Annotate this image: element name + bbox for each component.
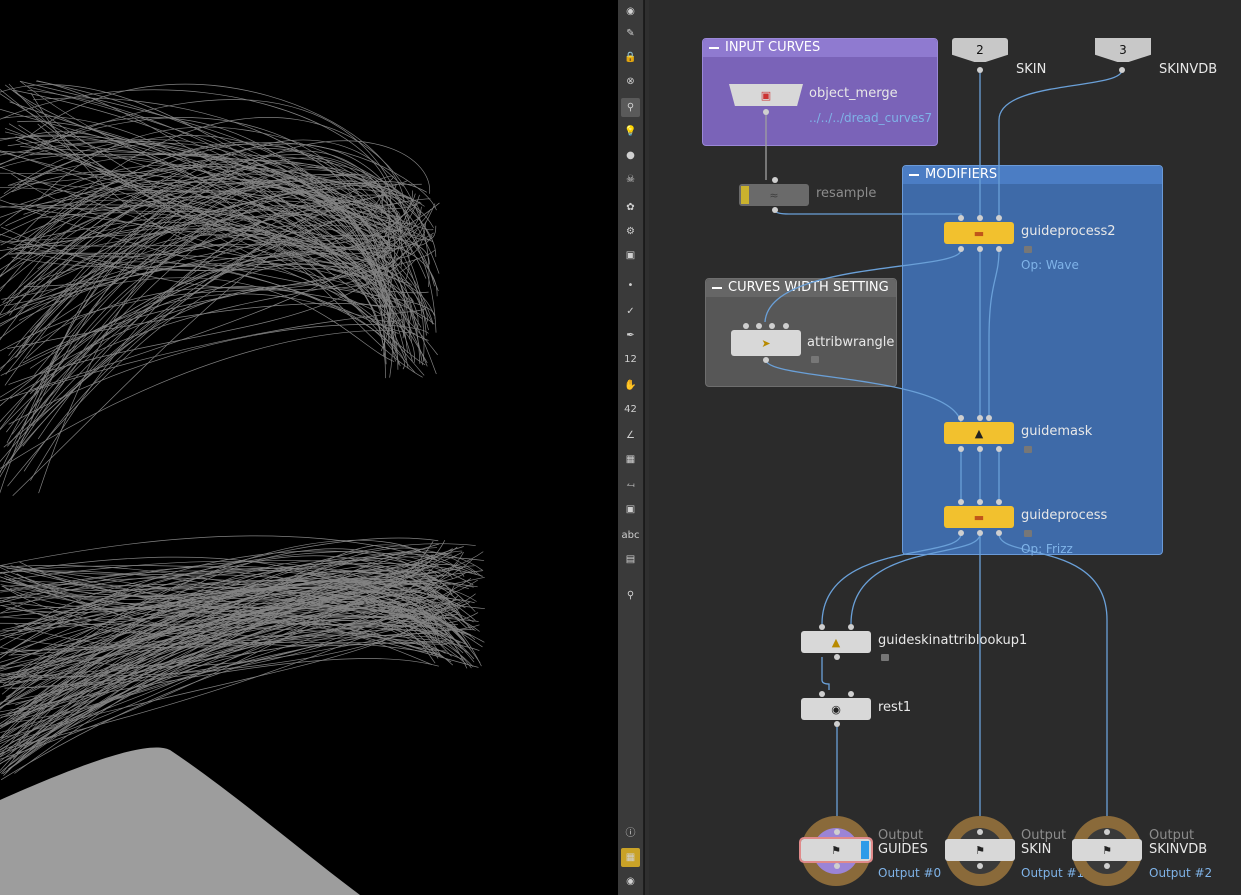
brush-icon[interactable]: ✓: [621, 302, 640, 321]
guide-process-icon: ▬: [973, 510, 985, 524]
node-label: object_merge: [809, 86, 898, 101]
wrangle-icon: ➤: [761, 336, 771, 350]
subnet-input-label: SKIN: [1016, 62, 1047, 77]
output-index: Output #2: [1149, 866, 1213, 880]
camera-options-icon[interactable]: ⚙: [621, 222, 640, 241]
text-abc-icon[interactable]: abc: [621, 526, 640, 545]
lock-icon[interactable]: [811, 356, 819, 363]
pencil-eye-icon[interactable]: ✎: [621, 24, 640, 43]
grid-view-icon[interactable]: ▦: [621, 848, 640, 867]
snap-grid-icon[interactable]: ▦: [621, 450, 640, 469]
node-guideprocess2[interactable]: ▬: [944, 222, 1014, 244]
close-circle-icon[interactable]: ⊗: [621, 72, 640, 91]
node-parameter: Op: Wave: [1021, 258, 1079, 272]
subnet-input-label: SKINVDB: [1159, 62, 1218, 77]
number-42-icon[interactable]: 42: [621, 400, 640, 419]
checkered-flag-icon: ⚑: [831, 843, 841, 857]
resample-icon: ≈: [769, 188, 779, 202]
number-12-label: 12: [624, 354, 637, 365]
node-label: rest1: [878, 700, 912, 715]
node-label: SKINVDB: [1149, 842, 1208, 857]
lock-icon[interactable]: [1024, 246, 1032, 253]
output-type: Output: [1149, 828, 1195, 843]
network-editor[interactable]: INPUT CURVES MODIFIERS CURVES WIDTH SETT…: [649, 0, 1241, 895]
lock-icon[interactable]: [1024, 530, 1032, 537]
node-guideskinattriblookup1[interactable]: ▲: [801, 631, 871, 653]
point-icon[interactable]: •: [621, 276, 640, 295]
output-index: Output #1: [1021, 866, 1085, 880]
background-image-icon[interactable]: ▤: [621, 550, 640, 569]
guide-process-icon: ▬: [973, 226, 985, 240]
visibility-icon[interactable]: ◉: [621, 872, 640, 891]
magnifier-icon[interactable]: ⚲: [621, 98, 640, 117]
node-rest1[interactable]: ◉: [801, 698, 871, 720]
checkered-flag-icon: ⚑: [975, 843, 985, 857]
merge-icon: ▣: [760, 88, 772, 102]
camera-icon[interactable]: ▣: [621, 246, 640, 265]
node-guideprocess[interactable]: ▬: [944, 506, 1014, 528]
node-guidemask[interactable]: ▲: [944, 422, 1014, 444]
node-label: guidemask: [1021, 424, 1093, 439]
skull-icon[interactable]: ☠: [621, 170, 640, 189]
shading-icon[interactable]: ▣: [621, 500, 640, 519]
node-attribwrangle[interactable]: ➤: [731, 330, 801, 356]
rest-icon: ◉: [831, 702, 841, 716]
pin-icon[interactable]: ⚲: [621, 586, 640, 605]
pen-icon[interactable]: ✒: [621, 326, 640, 345]
node-parameter: Op: Frizz: [1021, 542, 1073, 556]
lock-icon[interactable]: 🔒: [621, 48, 640, 67]
eye-toggle-icon[interactable]: ◉: [621, 2, 640, 21]
network-wires: [764, 69, 1123, 830]
output-type: Output: [878, 828, 924, 843]
hair-curves-render: [0, 80, 485, 895]
node-resample[interactable]: ≈: [739, 184, 809, 206]
info-icon[interactable]: ⓘ: [621, 822, 640, 841]
node-label: guideprocess2: [1021, 224, 1116, 239]
output-type: Output: [1021, 828, 1067, 843]
node-object-merge[interactable]: ▣: [729, 84, 803, 106]
node-label: SKIN: [1021, 842, 1052, 857]
node-output-skin[interactable]: ⚑: [945, 839, 1015, 861]
lock-icon[interactable]: [1024, 446, 1032, 453]
bypass-flag[interactable]: [741, 186, 749, 204]
node-label: guideprocess: [1021, 508, 1108, 523]
node-label: GUIDES: [878, 842, 928, 857]
input-index: 2: [976, 43, 984, 57]
angle-icon[interactable]: ∠: [621, 426, 640, 445]
node-output-guides[interactable]: ⚑: [799, 837, 873, 863]
abc-label: abc: [621, 530, 640, 541]
node-output-skinvdb[interactable]: ⚑: [1072, 839, 1142, 861]
paint-icon[interactable]: ✋: [621, 376, 640, 395]
node-label: guideskinattriblookup1: [878, 633, 1028, 648]
viewport-toolbar: ◉ ✎ 🔒 ⊗ ⚲ 💡 ● ☠ ✿ ⚙ ▣ • ✓ ✒ 12 ✋ 42 ∠ ▦ …: [618, 0, 644, 895]
display-flag[interactable]: [861, 841, 869, 859]
lock-icon[interactable]: [881, 654, 889, 661]
input-index: 3: [1119, 43, 1127, 57]
branch-icon[interactable]: ⥚: [621, 476, 640, 495]
number-42-label: 42: [624, 404, 637, 415]
checkered-flag-icon: ⚑: [1102, 843, 1112, 857]
light-bulb-small-icon[interactable]: ●: [621, 146, 640, 165]
light-bulb-icon[interactable]: 💡: [621, 122, 640, 141]
mask-icon: ▲: [974, 426, 984, 440]
lookup-icon: ▲: [831, 635, 841, 649]
scene-viewport[interactable]: [0, 0, 618, 895]
node-label: attribwrangle: [807, 335, 895, 350]
output-index: Output #0: [878, 866, 942, 880]
handles-icon[interactable]: ✿: [621, 198, 640, 217]
node-label: resample: [816, 186, 877, 201]
node-parameter: ../../../dread_curves7: [809, 111, 933, 125]
number-12-icon[interactable]: 12: [621, 350, 640, 369]
